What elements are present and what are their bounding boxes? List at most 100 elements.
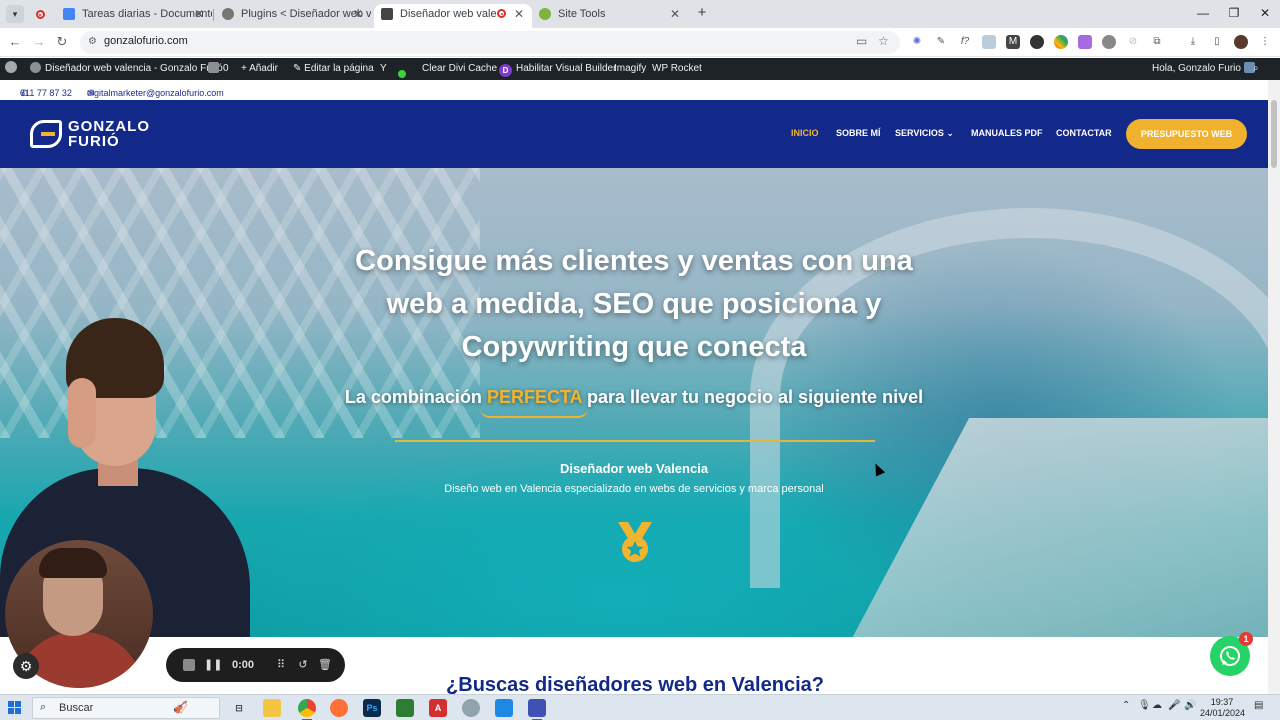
logo-line-1: GONZALO <box>68 118 150 135</box>
extension-disabled-icon[interactable]: ⊘ <box>1126 35 1140 49</box>
tab-site-tools[interactable]: Site Tools ✕ <box>532 4 688 28</box>
hero-heading-3: Diseñador web Valencia <box>559 461 709 476</box>
hero-title-line: Copywriting que conecta <box>461 331 807 363</box>
phone-number: 611 77 87 32 <box>20 88 72 98</box>
photoshop-icon[interactable]: Ps <box>363 699 381 717</box>
firefox-icon[interactable] <box>330 699 348 717</box>
close-icon[interactable]: ✕ <box>670 4 680 24</box>
acrobat-icon[interactable]: A <box>429 699 447 717</box>
wp-site-name[interactable]: Diseñador web valencia - Gonzalo Furió <box>30 58 223 80</box>
close-icon[interactable]: ✕ <box>194 4 204 24</box>
trash-icon[interactable]: 🗑 <box>316 656 334 674</box>
forward-button[interactable]: → <box>30 33 48 51</box>
extension-fonts-icon[interactable]: f? <box>958 35 972 49</box>
extension-purple-icon[interactable] <box>1078 35 1092 49</box>
url-text[interactable]: gonzalofurio.com <box>104 35 188 47</box>
task-view-icon[interactable]: ⊟ <box>230 699 248 717</box>
nav-inicio[interactable]: INICIO <box>791 128 819 138</box>
taskbar-search-input[interactable]: ⌕ Buscar 🎻 <box>32 697 220 719</box>
wp-visual-builder[interactable]: D Habilitar Visual Builder <box>499 58 616 80</box>
chrome-icon[interactable] <box>298 699 316 720</box>
close-window-button[interactable]: ✕ <box>1255 4 1275 22</box>
extensions-puzzle-icon[interactable]: ⧉ <box>1150 35 1164 49</box>
bookmark-star-icon[interactable]: ☆ <box>878 34 889 48</box>
tab-title: Tareas diarias - Documentos de <box>82 8 212 20</box>
tab-plugins[interactable]: Plugins < Diseñador web valen ✕ <box>215 4 371 28</box>
scrollbar-thumb[interactable] <box>1271 100 1277 168</box>
wp-imagify[interactable]: Imagify <box>614 58 646 80</box>
tray-chevron-up-icon[interactable]: ⌃ <box>1122 700 1130 711</box>
presupuesto-web-button[interactable]: PRESUPUESTO WEB <box>1126 119 1247 149</box>
nav-contactar[interactable]: CONTACTAR <box>1056 128 1112 138</box>
wp-account[interactable]: Hola, Gonzalo Furio <box>1152 58 1259 80</box>
grid-icon[interactable]: ⠿ <box>272 656 290 674</box>
stop-recording-button[interactable] <box>180 656 198 674</box>
hero-subtitle-accent: PERFECTA <box>486 387 582 407</box>
wordpress-logo-icon[interactable] <box>5 58 21 80</box>
logo-text: GONZALO FURIÓ <box>68 119 150 149</box>
file-explorer-icon[interactable] <box>263 699 281 717</box>
back-button[interactable]: ← <box>6 33 24 51</box>
comment-icon <box>208 62 219 73</box>
extension-circle-icon[interactable] <box>1030 35 1044 49</box>
wp-rocket[interactable]: WP Rocket <box>652 58 702 80</box>
browser-toolbar: ← → ↻ ⚙ gonzalofurio.com ▭ ☆ ✺ ✎ f? M ⊘ … <box>0 28 1280 57</box>
close-icon[interactable]: ✕ <box>514 4 524 24</box>
downloads-icon[interactable]: ⤓ <box>1186 35 1200 49</box>
tab-disenador-web-valencia[interactable]: Diseñador web valencia ✕ <box>374 4 532 28</box>
restart-icon[interactable]: ↺ <box>294 656 312 674</box>
tab-search-button[interactable]: ▾ <box>6 5 24 23</box>
windows-start-icon[interactable] <box>8 701 22 715</box>
side-panel-icon[interactable]: ▯ <box>1210 35 1224 49</box>
site-logo[interactable]: GONZALO FURIÓ <box>30 118 165 150</box>
page-scrollbar[interactable] <box>1268 80 1280 694</box>
hero-title-line: Consigue más clientes y ventas con una <box>355 245 913 277</box>
nav-sobre-mi[interactable]: SOBRE MÍ <box>836 128 881 138</box>
close-icon[interactable]: ✕ <box>353 4 363 24</box>
wp-clear-divi-cache[interactable]: Clear Divi Cache <box>422 58 497 80</box>
tab-tareas-diarias[interactable]: Tareas diarias - Documentos de ✕ <box>56 4 212 28</box>
extension-m-icon[interactable]: M <box>1006 35 1020 49</box>
new-tab-button[interactable]: + <box>693 4 711 22</box>
search-icon: ⌕ <box>40 701 47 713</box>
cast-icon[interactable]: ▭ <box>856 34 867 48</box>
clock-time: 19:37 <box>1210 697 1234 707</box>
home-icon <box>30 62 41 73</box>
wp-admin-bar: Diseñador web valencia - Gonzalo Furió 0… <box>0 58 1280 80</box>
cloud-icon[interactable]: ☁ <box>1152 700 1162 711</box>
yoast-icon[interactable]: Y <box>380 58 387 80</box>
wp-comments[interactable]: 0 <box>208 58 229 80</box>
mic-tray-icon[interactable]: 🎤 <box>1168 700 1180 711</box>
taskbar-clock[interactable]: 19:37 24/01/2024 <box>1200 697 1245 719</box>
paint-icon[interactable] <box>462 699 480 717</box>
notifications-icon[interactable]: ▤ <box>1254 700 1263 711</box>
browser-tab-strip: ▾ Tareas diarias - Documentos de ✕ Plugi… <box>0 0 1280 28</box>
extension-eyedropper-icon[interactable]: ✎ <box>934 35 948 49</box>
restore-button[interactable]: ❐ <box>1224 4 1244 22</box>
site-info-icon[interactable]: ⚙ <box>88 35 102 49</box>
wp-visual-builder-label: Habilitar Visual Builder <box>516 63 617 74</box>
extension-globe-icon[interactable] <box>1102 35 1116 49</box>
reload-button[interactable]: ↻ <box>53 33 71 51</box>
recorder-settings-gear-icon[interactable]: ⚙ <box>13 653 39 679</box>
address-bar[interactable]: ⚙ gonzalofurio.com ▭ ☆ <box>80 31 900 54</box>
browser-menu-icon[interactable]: ⋮ <box>1258 35 1272 49</box>
wp-edit-page[interactable]: ✎ Editar la página <box>293 58 374 80</box>
nav-manuales-pdf[interactable]: MANUALES PDF <box>971 128 1043 138</box>
pause-button[interactable]: ❚❚ <box>204 656 222 674</box>
speaker-icon[interactable]: 🔊 <box>1184 700 1196 711</box>
nav-servicios[interactable]: SERVICIOS ⌄ <box>895 128 954 139</box>
profile-avatar[interactable] <box>1234 35 1248 49</box>
extension-gear-icon[interactable]: ✺ <box>910 35 924 49</box>
search-icon[interactable]: ⌕ <box>1253 58 1259 80</box>
recorder-app-icon[interactable] <box>528 699 546 720</box>
extension-color-icon[interactable] <box>1054 35 1068 49</box>
microphone-icon[interactable]: 🎙 <box>1138 700 1151 711</box>
wp-greeting: Hola, Gonzalo Furio <box>1152 63 1241 74</box>
photos-icon[interactable] <box>495 699 513 717</box>
extension-window-icon[interactable] <box>982 35 996 49</box>
notepad-icon[interactable] <box>396 699 414 717</box>
wp-add-new[interactable]: + Añadir <box>241 58 278 80</box>
tab-pinned-recording[interactable] <box>30 5 50 23</box>
minimize-button[interactable]: — <box>1193 4 1213 22</box>
